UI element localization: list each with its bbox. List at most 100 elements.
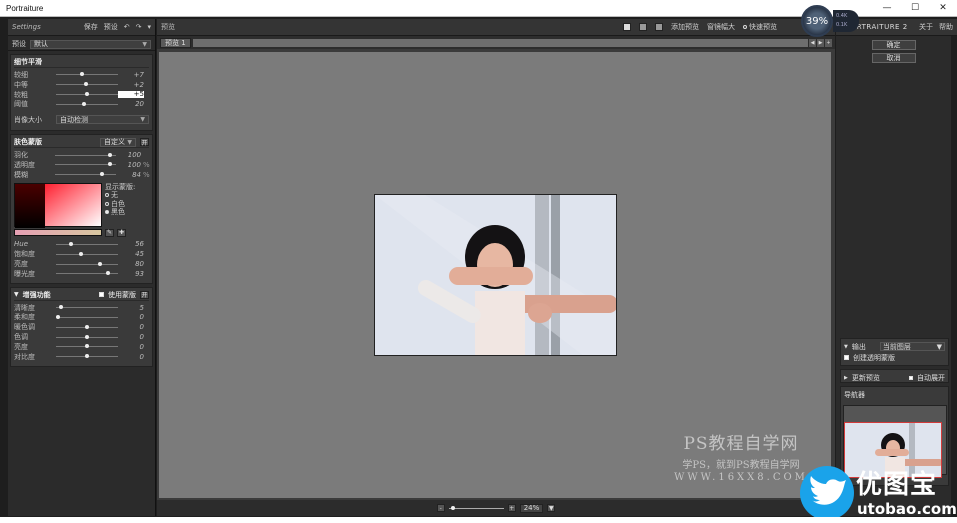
single-view-icon[interactable] <box>623 23 631 31</box>
add-preview-button[interactable]: 添加预览 <box>671 22 699 32</box>
zoom-slider[interactable] <box>448 505 504 510</box>
mask-option[interactable]: 无 <box>105 191 135 200</box>
menu-arrow-icon[interactable]: ▾ <box>147 23 151 31</box>
zoom-in-button[interactable]: + <box>507 504 516 512</box>
slider-knob[interactable] <box>85 324 89 329</box>
fit-window-button[interactable]: 窗镜幅大 <box>707 22 735 32</box>
slider-track[interactable] <box>56 271 118 276</box>
slider-row: 曝光度 93 <box>14 269 149 279</box>
slider-value: 0 <box>139 323 144 332</box>
slider-track[interactable] <box>55 172 116 177</box>
slider-track[interactable] <box>56 344 118 349</box>
use-mask-checkbox[interactable] <box>99 292 104 298</box>
tab-add-icon[interactable]: + <box>825 38 832 47</box>
save-button[interactable]: 保存 <box>84 22 98 32</box>
slider-track[interactable] <box>56 251 118 256</box>
split-horizontal-icon[interactable] <box>639 23 647 31</box>
slider-knob[interactable] <box>59 305 64 310</box>
maximize-button[interactable]: ☐ <box>901 0 929 17</box>
help-button[interactable]: 帮助 <box>939 22 953 32</box>
minimize-button[interactable]: — <box>873 0 901 17</box>
output-dropdown[interactable]: 当前图层 ▼ <box>879 342 945 351</box>
slider-track[interactable] <box>55 152 116 157</box>
slider-knob[interactable] <box>108 162 113 167</box>
zoom-dropdown-icon[interactable]: ▼ <box>547 504 556 512</box>
slider-track[interactable] <box>56 305 118 310</box>
skin-mask-toggle[interactable]: 开 <box>140 138 149 147</box>
slider-knob[interactable] <box>108 152 113 157</box>
skin-color-swatch[interactable] <box>14 229 102 237</box>
slider-knob[interactable] <box>83 82 88 87</box>
slider-track[interactable] <box>56 91 118 96</box>
slider-value: +2 <box>133 80 144 89</box>
mask-option[interactable]: 白色 <box>105 200 135 209</box>
slider-row: 透明度 100% <box>14 160 150 170</box>
preset-dropdown[interactable]: 默认 ▼ <box>30 39 151 49</box>
enhance-toggle[interactable]: 开 <box>140 290 149 299</box>
slider-value[interactable]: +5 <box>118 90 144 98</box>
transparent-mask-checkbox[interactable] <box>844 355 849 360</box>
tab-next-icon[interactable]: ▶ <box>817 38 824 47</box>
slider-knob[interactable] <box>68 241 73 246</box>
slider-track[interactable] <box>56 101 118 106</box>
navigator-header[interactable]: 导航器 <box>844 389 945 400</box>
mask-option[interactable]: 黑色 <box>105 208 135 217</box>
slider-knob[interactable] <box>85 354 89 359</box>
slider-knob[interactable] <box>97 261 102 266</box>
swatch-row: ✎ ✚ <box>14 228 149 237</box>
slider-track[interactable] <box>56 72 118 77</box>
slider-track[interactable] <box>55 162 116 167</box>
zoom-value[interactable]: 24% <box>519 503 544 513</box>
preset-button[interactable]: 预设 <box>104 22 118 32</box>
slider-track[interactable] <box>56 354 118 359</box>
color-picker-area: 显示蒙版: 无白色 黑色 <box>14 182 149 228</box>
detail-smoothing-header[interactable]: 细节平滑 <box>14 57 149 68</box>
slider-knob[interactable] <box>85 91 89 96</box>
slider-row: 柔和度 0 <box>14 313 149 323</box>
skin-mask-header[interactable]: 肤色蒙版 自定义 ▼ 开 <box>14 137 149 149</box>
enhance-header[interactable]: ▼ 增强功能 使用蒙版 开 <box>14 290 149 301</box>
redo-icon[interactable]: ↷ <box>136 23 142 31</box>
slider-knob[interactable] <box>82 101 87 106</box>
slider-track[interactable] <box>56 82 118 87</box>
slider-knob[interactable] <box>80 72 85 77</box>
slider-knob[interactable] <box>85 334 89 339</box>
eyedropper-icon[interactable]: ✎ <box>105 228 114 237</box>
ok-button[interactable]: 确定 <box>871 40 916 50</box>
output-header[interactable]: ▼ 输出 当前图层 ▼ <box>844 341 945 352</box>
slider-track[interactable] <box>56 324 118 329</box>
slider-track[interactable] <box>56 241 118 246</box>
tab-prev-icon[interactable]: ◀ <box>809 38 816 47</box>
slider-track[interactable] <box>56 261 118 266</box>
slider-value: 100 <box>127 151 142 160</box>
portrait-size-dropdown[interactable]: 自动检测 ▼ <box>56 115 149 125</box>
quick-preview-toggle[interactable]: 快速预览 <box>743 22 777 32</box>
watermark-line2: 学PS，就到PS教程自学网 <box>682 460 800 471</box>
slider-track[interactable] <box>56 314 118 319</box>
slider-value: 100 <box>127 160 141 169</box>
slider-value: 80 <box>135 260 144 269</box>
split-vertical-icon[interactable] <box>655 23 663 31</box>
color-picker[interactable] <box>14 182 102 228</box>
eyedropper-plus-icon[interactable]: ✚ <box>117 228 126 237</box>
refresh-preview-button[interactable]: 更新预览 <box>852 373 905 383</box>
close-button[interactable]: ✕ <box>929 0 957 17</box>
slider-knob[interactable] <box>79 251 84 256</box>
zoom-out-button[interactable]: - <box>436 504 445 512</box>
about-button[interactable]: 关于 <box>919 22 933 32</box>
undo-icon[interactable]: ↶ <box>124 23 130 31</box>
slider-knob[interactable] <box>100 172 105 177</box>
zoom-slider-knob[interactable] <box>450 505 455 510</box>
slider-knob[interactable] <box>105 271 110 276</box>
gauge-side-readout: 0.4K 0.1K <box>833 10 859 32</box>
bird-icon-shape <box>810 476 846 505</box>
slider-track[interactable] <box>56 334 118 339</box>
performance-gauge: 39% <box>801 5 833 37</box>
preview-canvas[interactable]: PS教程自学网 学PS，就到PS教程自学网 WWW.16XX8.COM <box>159 52 831 498</box>
slider-knob[interactable] <box>85 344 89 349</box>
auto-expand-checkbox[interactable] <box>909 375 913 380</box>
slider-knob[interactable] <box>56 314 60 319</box>
tab-preview-1[interactable]: 预览 1 <box>160 37 191 48</box>
cancel-button[interactable]: 取消 <box>871 53 916 63</box>
skin-mask-mode-dropdown[interactable]: 自定义 ▼ <box>100 137 136 147</box>
